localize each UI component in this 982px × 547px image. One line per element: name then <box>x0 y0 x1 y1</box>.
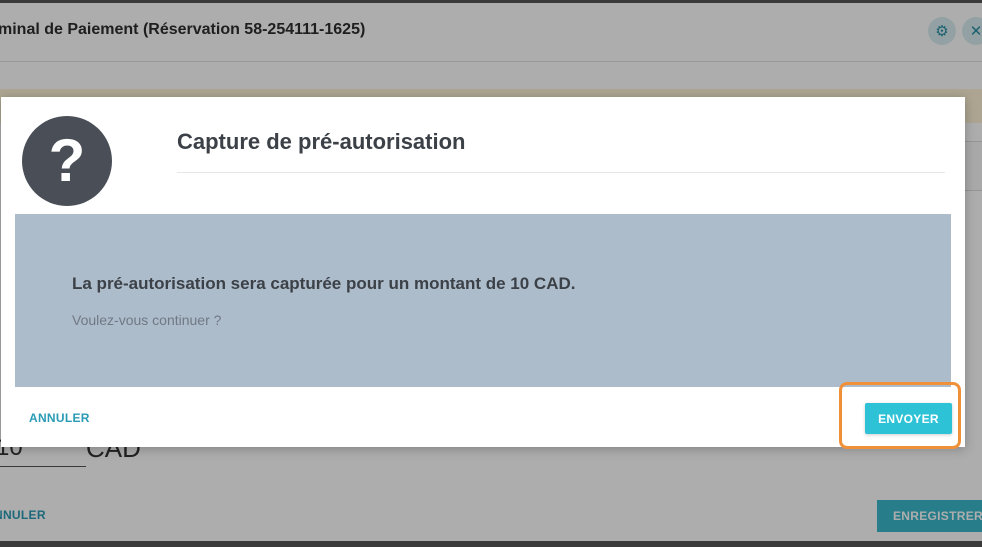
dialog-question: Voulez-vous continuer ? <box>72 312 222 328</box>
cancel-button[interactable]: ANNULER <box>29 411 90 425</box>
dialog-title: Capture de pré-autorisation <box>177 129 466 154</box>
bottom-edge <box>0 541 982 547</box>
dialog-message: La pré-autorisation sera capturée pour u… <box>72 274 576 293</box>
top-edge <box>0 0 982 3</box>
send-button[interactable]: ENVOYER <box>865 403 952 434</box>
question-icon: ? <box>22 116 112 206</box>
confirmation-dialog: ? Capture de pré-autorisation La pré-aut… <box>1 97 965 447</box>
message-box: La pré-autorisation sera capturée pour u… <box>15 214 951 387</box>
title-divider <box>177 172 945 173</box>
page: minal de Paiement (Réservation 58-254111… <box>0 0 982 547</box>
